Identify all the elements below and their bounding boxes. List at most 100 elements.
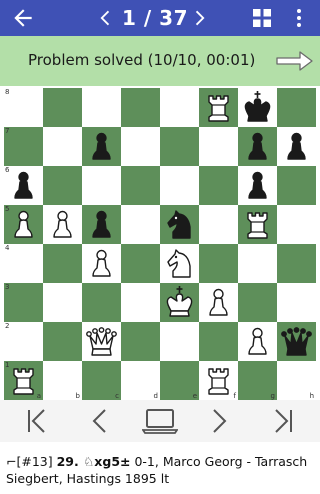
problem-marker: ⌐[#13] [6,454,57,469]
square-f7[interactable] [199,127,238,166]
square-d3[interactable] [121,283,160,322]
square-b5[interactable] [43,205,82,244]
square-c5[interactable] [82,205,121,244]
file-label: d [153,392,158,400]
square-a2[interactable]: 2 [4,322,43,361]
square-c3[interactable] [82,283,121,322]
square-b1[interactable]: b [43,361,82,400]
square-c1[interactable]: c [82,361,121,400]
black-king-icon [244,91,271,122]
square-b8[interactable] [43,88,82,127]
square-a5[interactable]: 5 [4,205,43,244]
square-c7[interactable] [82,127,121,166]
chess-board[interactable]: 8 7 6 5 4 3 2 1 a b c d e f g h [4,88,316,400]
first-move-icon[interactable] [22,406,52,436]
square-d1[interactable]: d [121,361,160,400]
previous-move-icon[interactable] [84,406,114,436]
square-f2[interactable] [199,322,238,361]
next-move-icon[interactable] [205,406,235,436]
square-f5[interactable] [199,205,238,244]
rank-label: 4 [5,244,10,252]
square-a8[interactable]: 8 [4,88,43,127]
square-g6[interactable] [238,166,277,205]
square-f3[interactable] [199,283,238,322]
black-pawn-icon [287,132,306,160]
arrow-left-icon[interactable] [10,5,36,31]
square-f1[interactable]: f [199,361,238,400]
square-d8[interactable] [121,88,160,127]
square-e4[interactable] [160,244,199,283]
black-pawn-icon [248,171,267,199]
square-f8[interactable] [199,88,238,127]
square-g1[interactable]: g [238,361,277,400]
square-e2[interactable] [160,322,199,361]
file-label: h [309,392,314,400]
square-d4[interactable] [121,244,160,283]
black-pawn-icon [92,210,111,238]
square-h6[interactable] [277,166,316,205]
square-d2[interactable] [121,322,160,361]
white-pawn-icon [14,210,33,238]
square-h5[interactable] [277,205,316,244]
white-rook-icon [208,368,229,395]
square-a4[interactable]: 4 [4,244,43,283]
square-a3[interactable]: 3 [4,283,43,322]
square-a7[interactable]: 7 [4,127,43,166]
white-rook-icon [247,212,268,239]
rank-label: 8 [5,88,10,96]
square-c8[interactable] [82,88,121,127]
file-label: c [115,392,119,400]
white-pawn-icon [209,288,228,316]
rank-label: 3 [5,283,10,291]
square-g5[interactable] [238,205,277,244]
square-g8[interactable] [238,88,277,127]
square-d6[interactable] [121,166,160,205]
square-b3[interactable] [43,283,82,322]
square-b4[interactable] [43,244,82,283]
square-g3[interactable] [238,283,277,322]
square-d7[interactable] [121,127,160,166]
square-a1[interactable]: 1a [4,361,43,400]
square-h3[interactable] [277,283,316,322]
square-e3[interactable] [160,283,199,322]
white-pawn-icon [92,249,111,277]
white-rook-icon [208,95,229,122]
square-h2[interactable] [277,322,316,361]
square-c2[interactable] [82,322,121,361]
white-pawn-icon [53,210,72,238]
square-e5[interactable] [160,205,199,244]
square-e1[interactable]: e [160,361,199,400]
chevron-right-icon[interactable] [188,7,210,29]
square-h4[interactable] [277,244,316,283]
more-vert-icon[interactable] [291,8,307,28]
square-g7[interactable] [238,127,277,166]
square-b6[interactable] [43,166,82,205]
black-pawn-icon [92,132,111,160]
arrow-right-icon[interactable] [276,50,314,72]
square-d5[interactable] [121,205,160,244]
square-c4[interactable] [82,244,121,283]
square-g4[interactable] [238,244,277,283]
last-move-icon[interactable] [268,406,298,436]
square-e6[interactable] [160,166,199,205]
white-king-icon [166,286,193,317]
square-f4[interactable] [199,244,238,283]
move-notation[interactable]: ♘xg5± [79,454,130,469]
square-e8[interactable] [160,88,199,127]
laptop-icon[interactable] [142,406,178,436]
square-b2[interactable] [43,322,82,361]
square-b7[interactable] [43,127,82,166]
black-queen-icon [281,327,312,356]
square-e7[interactable] [160,127,199,166]
grid-icon[interactable] [253,9,271,27]
square-f6[interactable] [199,166,238,205]
white-queen-icon [86,327,117,356]
black-pawn-icon [248,132,267,160]
square-h8[interactable] [277,88,316,127]
square-a6[interactable]: 6 [4,166,43,205]
chevron-left-icon[interactable] [95,7,117,29]
square-g2[interactable] [238,322,277,361]
square-h1[interactable]: h [277,361,316,400]
square-c6[interactable] [82,166,121,205]
square-h7[interactable] [277,127,316,166]
